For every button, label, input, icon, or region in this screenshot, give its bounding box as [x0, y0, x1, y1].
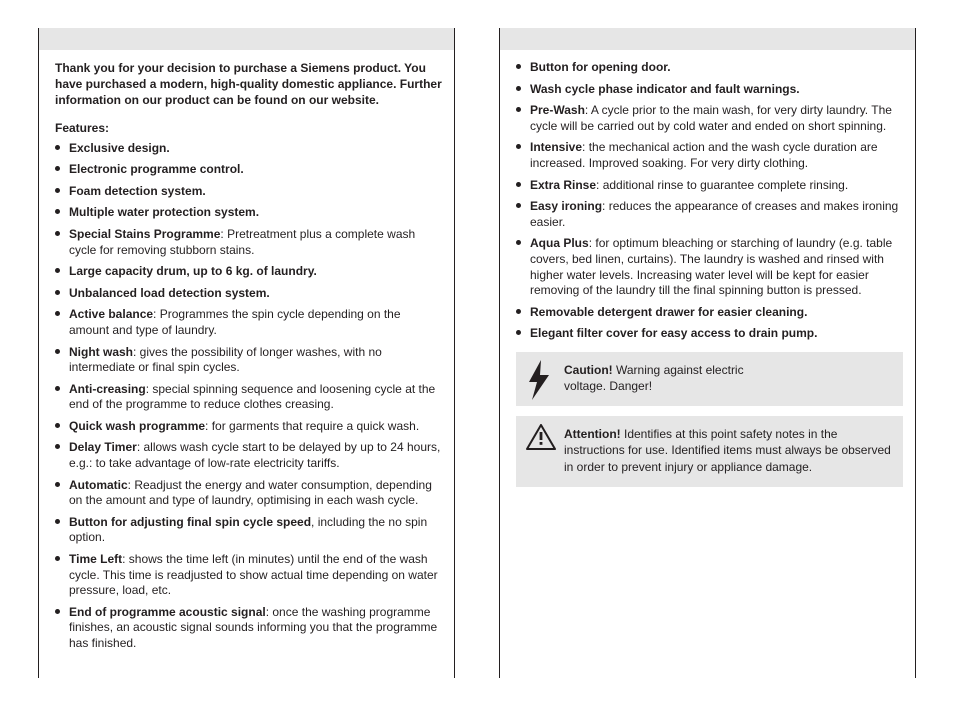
list-item: Extra Rinse: additional rinse to guarant…: [516, 178, 903, 194]
item-label: Electronic programme control.: [69, 162, 244, 176]
list-item: Unbalanced load detection system.: [55, 286, 442, 302]
list-item: Foam detection system.: [55, 184, 442, 200]
bullet-icon: [55, 166, 60, 171]
item-label: Button for opening door.: [530, 60, 671, 74]
left-feature-list: Exclusive design. Electronic programme co…: [55, 141, 442, 652]
electric-hazard-icon: [526, 360, 552, 404]
caution-lead: Caution!: [564, 363, 613, 377]
bullet-icon: [55, 209, 60, 214]
list-item: Time Left: shows the time left (in minut…: [55, 552, 442, 599]
list-item: Night wash: gives the possibility of lon…: [55, 345, 442, 376]
bullet-icon: [516, 86, 521, 91]
attention-lead: Attention!: [564, 427, 621, 441]
bullet-icon: [55, 609, 60, 614]
bullet-icon: [516, 144, 521, 149]
item-desc: : additional rinse to guarantee complete…: [596, 178, 848, 192]
item-desc: : the mechanical action and the wash cyc…: [530, 140, 878, 170]
list-item: Large capacity drum, up to 6 kg. of laun…: [55, 264, 442, 280]
left-column: Thank you for your decision to purchase …: [38, 28, 455, 678]
right-column: Button for opening door. Wash cycle phase…: [499, 28, 916, 678]
caution-box: Caution! Warning against electric voltag…: [516, 352, 903, 406]
item-label: Unbalanced load detection system.: [69, 286, 270, 300]
list-item: Elegant filter cover for easy access to …: [516, 326, 903, 342]
item-label: Wash cycle phase indicator and fault war…: [530, 82, 800, 96]
list-item: Delay Timer: allows wash cycle start to …: [55, 440, 442, 471]
list-item: Exclusive design.: [55, 141, 442, 157]
list-item: Automatic: Readjust the energy and water…: [55, 478, 442, 509]
item-desc: : shows the time left (in minutes) until…: [69, 552, 438, 597]
bullet-icon: [516, 203, 521, 208]
item-label: Delay Timer: [69, 440, 137, 454]
item-label: Quick wash programme: [69, 419, 205, 433]
right-column-header-band: [500, 28, 915, 50]
item-desc: : for garments that require a quick wash…: [205, 419, 419, 433]
bullet-icon: [55, 349, 60, 354]
bullet-icon: [516, 182, 521, 187]
bullet-icon: [55, 423, 60, 428]
list-item: Removable detergent drawer for easier cl…: [516, 305, 903, 321]
bullet-icon: [55, 482, 60, 487]
item-label: Automatic: [69, 478, 128, 492]
item-label: Removable detergent drawer for easier cl…: [530, 305, 807, 319]
right-column-content: Button for opening door. Wash cycle phase…: [500, 50, 915, 487]
intro-paragraph: Thank you for your decision to purchase …: [55, 60, 442, 109]
list-item: Intensive: the mechanical action and the…: [516, 140, 903, 171]
attention-box: Attention! Identifies at this point safe…: [516, 416, 903, 487]
list-item: Quick wash programme: for garments that …: [55, 419, 442, 435]
list-item: Active balance: Programmes the spin cycl…: [55, 307, 442, 338]
item-label: Anti-creasing: [69, 382, 146, 396]
bullet-icon: [516, 64, 521, 69]
bullet-icon: [55, 188, 60, 193]
bullet-icon: [516, 107, 521, 112]
item-label: Active balance: [69, 307, 153, 321]
bullet-icon: [55, 444, 60, 449]
list-item: Special Stains Programme: Pretreatment p…: [55, 227, 442, 258]
item-label: Special Stains Programme: [69, 227, 220, 241]
item-desc: : A cycle prior to the main wash, for ve…: [530, 103, 892, 133]
warning-triangle-icon: [526, 424, 556, 454]
item-label: Aqua Plus: [530, 236, 589, 250]
bullet-icon: [516, 330, 521, 335]
bullet-icon: [55, 290, 60, 295]
item-label: Foam detection system.: [69, 184, 206, 198]
list-item: Wash cycle phase indicator and fault war…: [516, 82, 903, 98]
bullet-icon: [55, 519, 60, 524]
item-label: Easy ironing: [530, 199, 602, 213]
right-feature-list: Button for opening door. Wash cycle phase…: [516, 60, 903, 342]
list-item: Aqua Plus: for optimum bleaching or star…: [516, 236, 903, 298]
list-item: Pre-Wash: A cycle prior to the main wash…: [516, 103, 903, 134]
item-label: Pre-Wash: [530, 103, 585, 117]
item-label: Exclusive design.: [69, 141, 170, 155]
list-item: Electronic programme control.: [55, 162, 442, 178]
item-label: Elegant filter cover for easy access to …: [530, 326, 817, 340]
bullet-icon: [55, 145, 60, 150]
bullet-icon: [516, 240, 521, 245]
bullet-icon: [55, 386, 60, 391]
features-heading: Features:: [55, 121, 442, 135]
bullet-icon: [55, 231, 60, 236]
list-item: Easy ironing: reduces the appearance of …: [516, 199, 903, 230]
bullet-icon: [516, 309, 521, 314]
item-label: End of programme acoustic signal: [69, 605, 266, 619]
document-page: Thank you for your decision to purchase …: [0, 0, 954, 706]
item-label: Button for adjusting final spin cycle sp…: [69, 515, 311, 529]
list-item: End of programme acoustic signal: once t…: [55, 605, 442, 652]
left-column-content: Thank you for your decision to purchase …: [39, 50, 454, 652]
item-label: Intensive: [530, 140, 582, 154]
bullet-icon: [55, 556, 60, 561]
bullet-icon: [55, 311, 60, 316]
item-label: Time Left: [69, 552, 122, 566]
list-item: Multiple water protection system.: [55, 205, 442, 221]
list-item: Anti-creasing: special spinning sequence…: [55, 382, 442, 413]
list-item: Button for adjusting final spin cycle sp…: [55, 515, 442, 546]
bullet-icon: [55, 268, 60, 273]
item-label: Multiple water protection system.: [69, 205, 259, 219]
item-label: Night wash: [69, 345, 133, 359]
list-item: Button for opening door.: [516, 60, 903, 76]
item-label: Large capacity drum, up to 6 kg. of laun…: [69, 264, 317, 278]
item-label: Extra Rinse: [530, 178, 596, 192]
left-column-header-band: [39, 28, 454, 50]
